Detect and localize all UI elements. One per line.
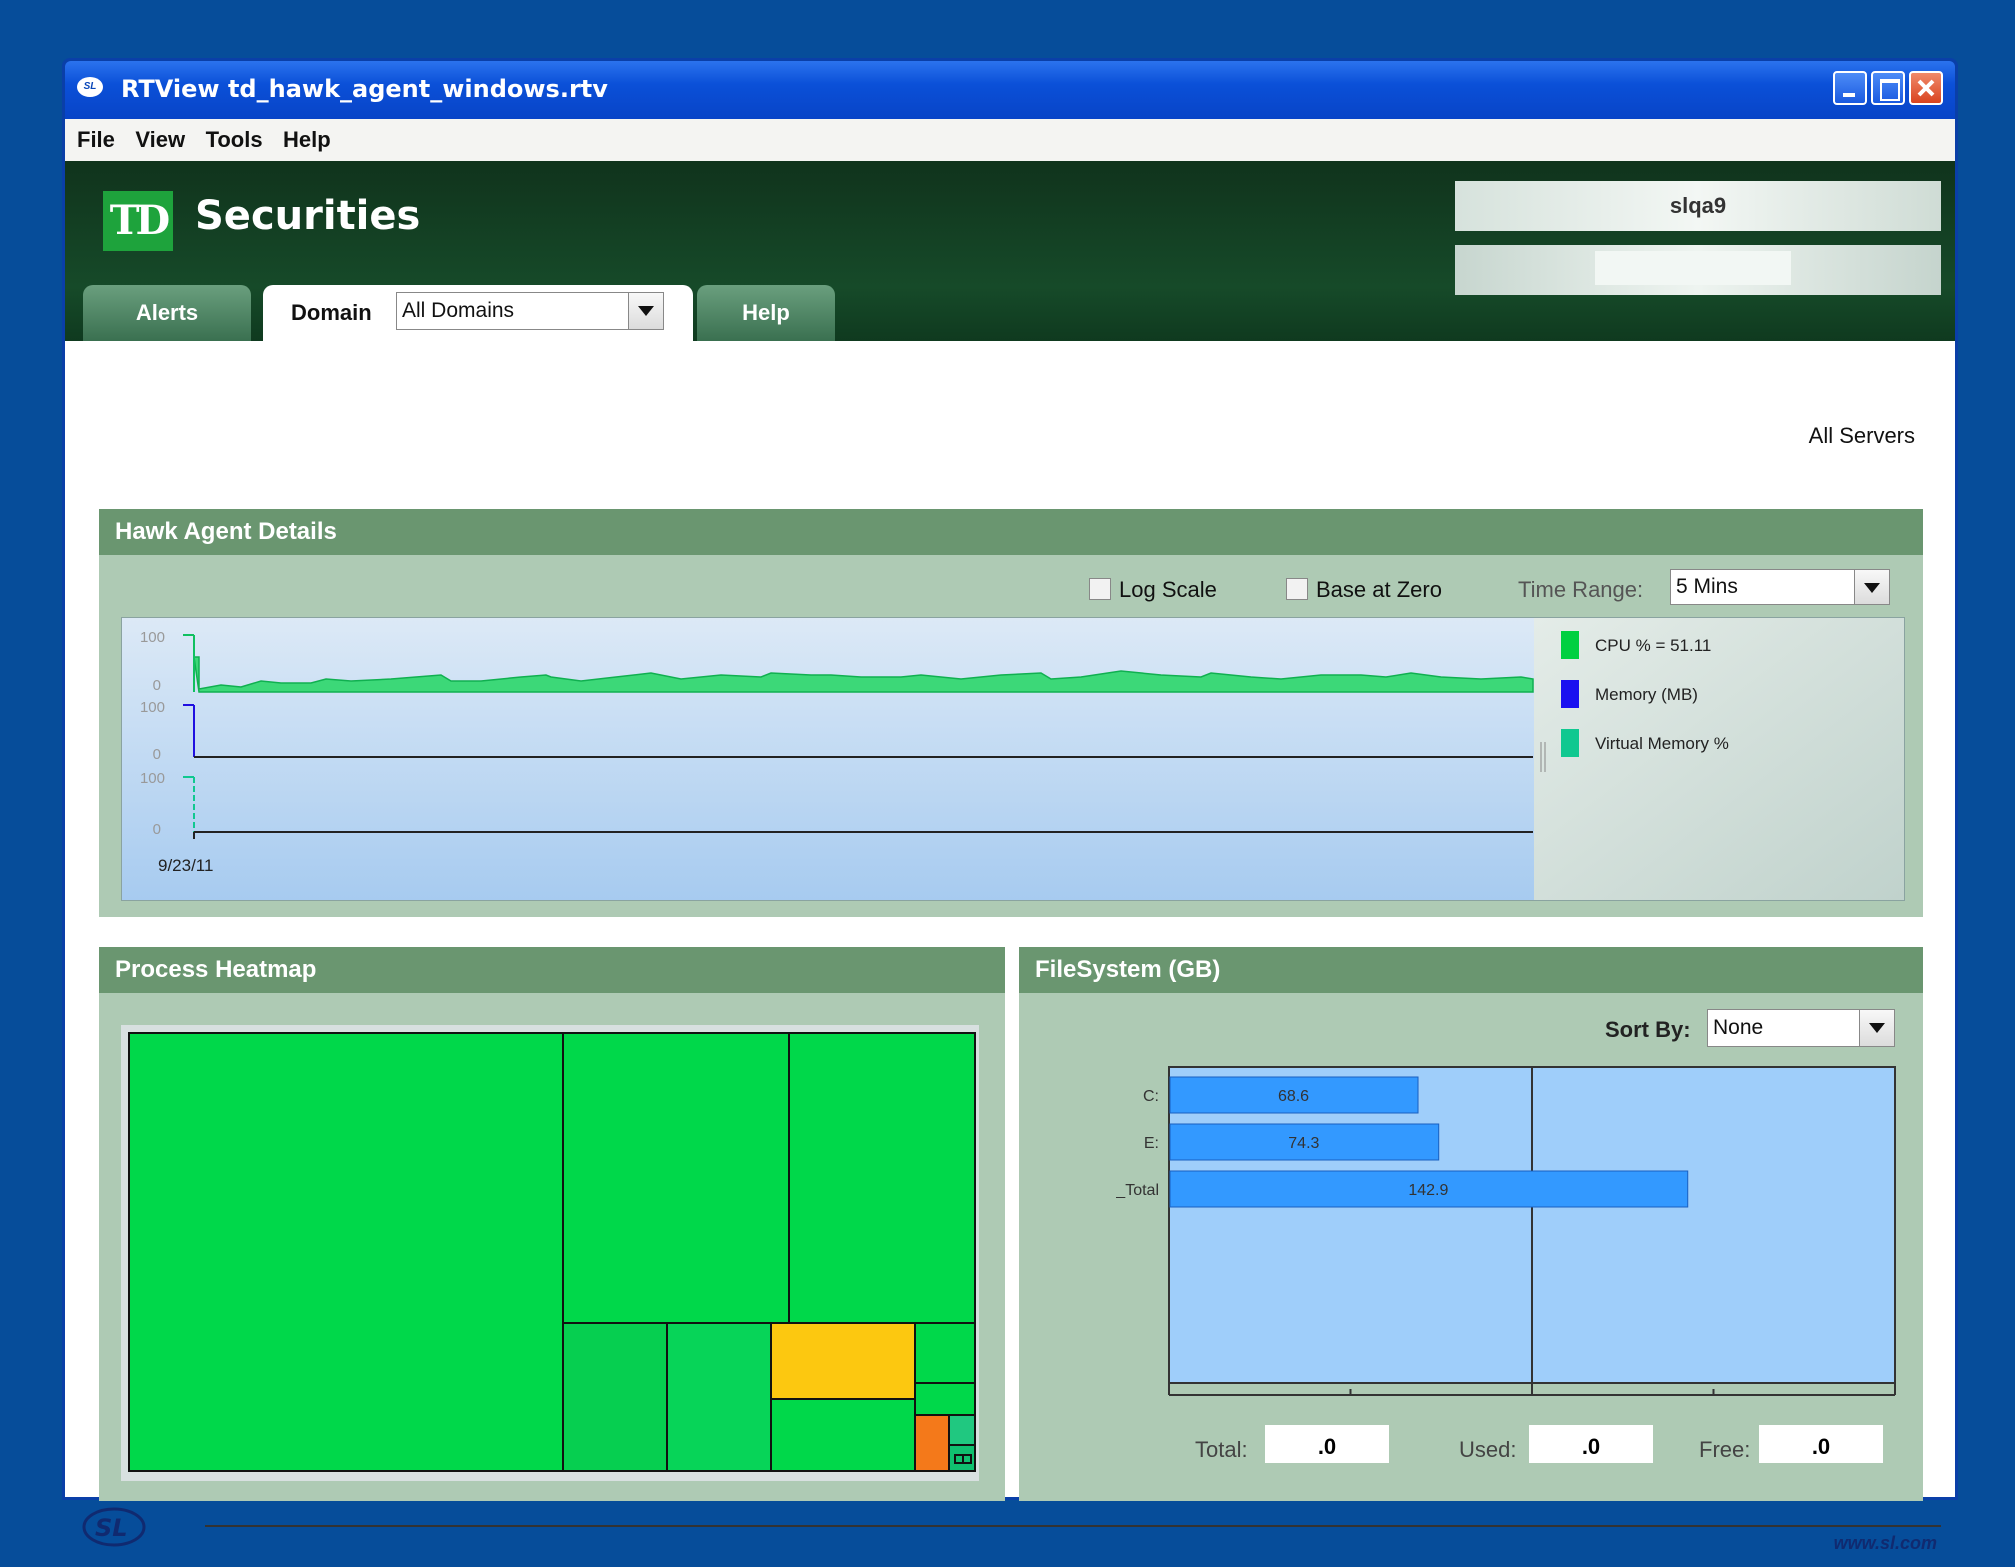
process-heatmap-title: Process Heatmap — [99, 947, 1005, 993]
memory-tick-0: 0 — [153, 746, 161, 763]
hawk-agent-title: Hawk Agent Details — [99, 509, 1923, 555]
memory-tick-100: 100 — [140, 699, 165, 716]
base-at-zero-label: Base at Zero — [1316, 577, 1442, 602]
legend-swatch — [1561, 631, 1579, 659]
heatmap[interactable] — [121, 1025, 979, 1481]
filesystem-title: FileSystem (GB) — [1019, 947, 1923, 993]
bar-category-label: C: — [1143, 1088, 1159, 1105]
maximize-button[interactable] — [1871, 71, 1905, 105]
heatmap-cell-alert — [914, 1414, 950, 1472]
cpu-tick-0: 0 — [153, 677, 161, 694]
app-header: TD Securities slqa9 Alerts Domain All Do… — [65, 161, 1955, 341]
used-value: .0 — [1529, 1425, 1653, 1463]
trend-chart: 100 0 100 0 100 0 9/23/11 CPU % = 51.11 M… — [121, 617, 1905, 901]
heatmap-cell — [666, 1322, 772, 1472]
heatmap-cell — [962, 1454, 972, 1464]
heatmap-cell — [914, 1322, 976, 1384]
chevron-down-icon[interactable] — [628, 293, 663, 329]
menu-tools[interactable]: Tools — [206, 119, 263, 161]
heatmap-cell — [770, 1398, 916, 1472]
log-scale-label: Log Scale — [1119, 577, 1217, 602]
sort-by-label: Sort By: — [1605, 1017, 1691, 1042]
filesystem-panel: FileSystem (GB) Sort By: None C: 68.6 E: 74… — [1019, 947, 1923, 1501]
sort-by-value: None — [1713, 1016, 1764, 1039]
heatmap-cell — [788, 1032, 976, 1324]
legend-label: Memory (MB) — [1595, 685, 1698, 704]
used-label: Used: — [1459, 1437, 1517, 1462]
vm-tick-0: 0 — [153, 821, 161, 838]
bar-category-label: E: — [1144, 1135, 1159, 1152]
title-bar[interactable]: SL RTView td_hawk_agent_windows.rtv — [65, 61, 1955, 119]
cpu-tick-100: 100 — [140, 629, 165, 646]
sl-logo-text: SL — [95, 1514, 128, 1542]
process-heatmap-panel: Process Heatmap — [99, 947, 1005, 1501]
total-label: Total: — [1195, 1437, 1248, 1462]
heatmap-cell — [128, 1032, 564, 1472]
time-range-label: Time Range: — [1518, 577, 1644, 602]
legend-swatch — [1561, 680, 1579, 708]
sl-logo: SL — [82, 1507, 146, 1547]
application-window: SL RTView td_hawk_agent_windows.rtv File… — [62, 58, 1958, 1553]
heatmap-cell — [562, 1322, 668, 1472]
time-range-value: 5 Mins — [1676, 575, 1738, 598]
filesystem-bar-chart: C: 68.6 E: 74.3 _Total 142.9 0100200 — [1115, 1066, 1896, 1396]
user-name: slqa9 — [1455, 181, 1941, 231]
app-icon: SL — [77, 77, 103, 97]
x-axis-date: 9/23/11 — [158, 856, 213, 875]
base-at-zero-checkbox[interactable]: Base at Zero — [1286, 577, 1442, 603]
minimize-button[interactable] — [1833, 71, 1867, 105]
heatmap-cell — [562, 1032, 790, 1324]
heatmap-cell-warning — [770, 1322, 916, 1400]
tab-alerts[interactable]: Alerts — [83, 285, 251, 341]
filesystem-x-axis: 0100200 — [1168, 1383, 1896, 1396]
domain-select[interactable]: All Domains — [396, 292, 664, 330]
free-label: Free: — [1699, 1437, 1751, 1462]
bar-value-label: 74.3 — [1288, 1135, 1319, 1152]
free-value: .0 — [1759, 1425, 1883, 1463]
heatmap-cell — [914, 1382, 976, 1416]
hawk-agent-panel: Hawk Agent Details Log Scale Base at Zer… — [99, 509, 1923, 917]
bar-category-label: _Total — [1115, 1182, 1159, 1199]
td-logo: TD — [103, 191, 173, 251]
bar-value-label: 68.6 — [1278, 1088, 1309, 1105]
total-value: .0 — [1265, 1425, 1389, 1463]
domain-select-value: All Domains — [402, 299, 515, 322]
close-button[interactable] — [1909, 71, 1943, 105]
menu-file[interactable]: File — [77, 119, 115, 161]
heatmap-cell — [954, 1454, 964, 1464]
footer-url[interactable]: www.sl.com — [1834, 1533, 1937, 1554]
checkbox-icon[interactable] — [1286, 578, 1308, 600]
brand-name: Securities — [195, 193, 421, 239]
log-scale-checkbox[interactable]: Log Scale — [1089, 577, 1217, 603]
bar-value-label: 142.9 — [1408, 1182, 1448, 1199]
menu-view[interactable]: View — [135, 119, 185, 161]
status-box — [1455, 245, 1941, 295]
tab-domain-label: Domain — [291, 300, 372, 325]
footer-divider — [205, 1525, 1941, 1527]
menu-bar: File View Tools Help — [65, 119, 1955, 161]
client-area: TD Securities slqa9 Alerts Domain All Do… — [65, 161, 1955, 1553]
sort-by-select[interactable]: None — [1707, 1009, 1895, 1047]
checkbox-icon[interactable] — [1089, 578, 1111, 600]
menu-help[interactable]: Help — [283, 119, 331, 161]
window-title: RTView td_hawk_agent_windows.rtv — [121, 75, 608, 103]
heatmap-cell — [948, 1414, 976, 1446]
legend-label: CPU % = 51.11 — [1595, 636, 1711, 655]
chevron-down-icon[interactable] — [1859, 1010, 1894, 1046]
vm-tick-100: 100 — [140, 770, 165, 787]
all-servers-link[interactable]: All Servers — [1809, 423, 1915, 449]
close-icon — [1917, 79, 1935, 97]
legend-swatch — [1561, 729, 1579, 757]
chevron-down-icon[interactable] — [1854, 570, 1889, 604]
tab-help[interactable]: Help — [697, 285, 835, 341]
legend-label: Virtual Memory % — [1595, 734, 1729, 753]
time-range-select[interactable]: 5 Mins — [1670, 569, 1890, 605]
